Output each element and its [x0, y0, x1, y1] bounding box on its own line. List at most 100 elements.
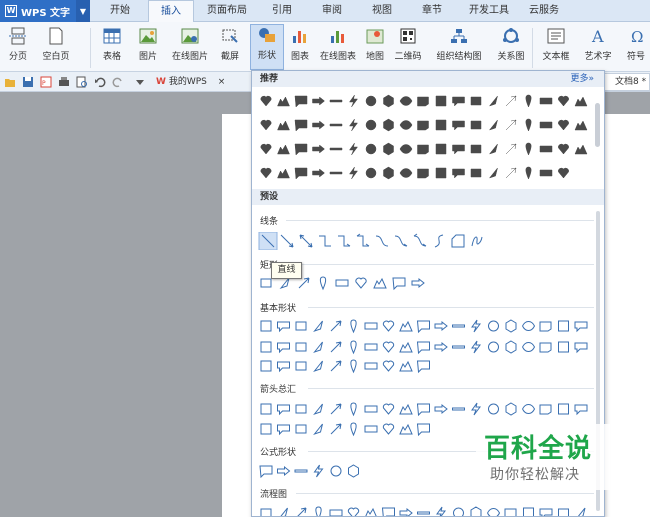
flowchart-shape-icon[interactable] [280, 507, 288, 517]
document-tab[interactable]: 文档8 * [602, 73, 650, 91]
recommended-shape-icon[interactable] [452, 96, 465, 107]
recommended-shape-icon[interactable] [488, 167, 498, 179]
arrow-shape-icon[interactable] [416, 423, 430, 437]
symbol-button[interactable]: Ω 符号 [622, 26, 650, 62]
recommended-shape-icon[interactable] [383, 94, 394, 108]
basic-shape-icon[interactable] [313, 341, 323, 354]
chart-button[interactable]: 图表 [286, 26, 314, 62]
undo-icon[interactable] [94, 76, 106, 88]
recommended-shape-icon[interactable] [383, 142, 394, 156]
basic-shape-icon[interactable] [295, 321, 307, 331]
recommended-shape-icon[interactable] [329, 147, 343, 151]
recommended-shape-icon[interactable] [539, 121, 553, 129]
chevron-down-icon[interactable]: ▼ [76, 0, 90, 22]
arrow-shape-icon[interactable] [539, 404, 552, 415]
save-icon[interactable] [22, 76, 34, 88]
flowchart-shape-icon[interactable] [329, 509, 343, 516]
tab-page-layout[interactable]: 页面布局 [200, 0, 254, 22]
recommended-shape-icon[interactable] [435, 143, 447, 155]
recommended-shape-icon[interactable] [452, 120, 465, 131]
recommended-shape-icon[interactable] [417, 120, 429, 131]
basic-shape-icon[interactable] [505, 319, 517, 333]
line-shape-icon[interactable] [280, 234, 294, 248]
tab-references[interactable]: 引用 [262, 0, 302, 22]
arrow-shape-icon[interactable] [313, 423, 323, 436]
recommended-shape-icon[interactable] [365, 143, 377, 155]
basic-shape-icon[interactable] [399, 320, 413, 332]
recommended-shape-icon[interactable] [365, 119, 377, 131]
basic-shape-icon[interactable] [364, 322, 378, 330]
recommended-shape-icon[interactable] [294, 119, 308, 132]
recommended-shape-icon[interactable] [525, 166, 532, 180]
arrow-shape-icon[interactable] [364, 405, 378, 413]
line-shape-icon[interactable] [394, 235, 408, 247]
recommended-shape-icon[interactable] [558, 143, 569, 155]
recommended-shape-icon[interactable] [558, 95, 569, 107]
recommended-shape-icon[interactable] [277, 144, 290, 155]
recommended-shape-icon[interactable] [329, 99, 343, 103]
rectangle-shape-icon[interactable] [392, 277, 406, 291]
basic-shape-icon[interactable] [350, 319, 357, 334]
arrow-shape-icon[interactable] [350, 402, 357, 417]
arrow-shape-icon[interactable] [330, 423, 342, 435]
print-preview-icon[interactable] [76, 76, 88, 88]
line-shape-icon[interactable] [375, 235, 389, 247]
arrow-shape-icon[interactable] [471, 402, 481, 416]
recommended-shape-icon[interactable] [349, 142, 358, 156]
line-shape-icon[interactable] [471, 236, 483, 247]
arrow-shape-icon[interactable] [452, 407, 465, 411]
recommended-shape-icon[interactable] [399, 168, 413, 178]
recommended-shape-icon[interactable] [488, 143, 498, 155]
straight-line-icon[interactable] [258, 231, 278, 251]
recommended-shape-icon[interactable] [505, 167, 517, 179]
basic-shape-icon[interactable] [471, 340, 481, 354]
recommended-shape-icon[interactable] [349, 118, 358, 132]
flowchart-shape-icon[interactable] [436, 506, 446, 517]
recommended-shape-icon[interactable] [470, 96, 482, 106]
recommended-shape-icon[interactable] [574, 144, 588, 155]
recommended-shape-icon[interactable] [294, 95, 308, 108]
arrow-shape-icon[interactable] [382, 403, 395, 415]
recommended-shape-icon[interactable] [525, 94, 532, 108]
basic-shape-icon[interactable] [399, 360, 413, 372]
qr-code-button[interactable]: 二维码 [390, 26, 426, 62]
screenshot-button[interactable]: 截屏 [214, 26, 246, 62]
recommended-shape-icon[interactable] [539, 97, 553, 105]
tab-cloud[interactable]: 云服务 [522, 0, 566, 22]
basic-shape-icon[interactable] [260, 320, 272, 332]
rectangle-shape-icon[interactable] [298, 277, 310, 289]
arrow-shape-icon[interactable] [558, 403, 569, 415]
arrow-shape-icon[interactable] [330, 403, 342, 415]
basic-shape-icon[interactable] [416, 320, 430, 334]
basic-shape-icon[interactable] [382, 341, 395, 353]
flowchart-shape-icon[interactable] [523, 507, 534, 517]
line-shape-icon[interactable] [434, 234, 444, 248]
flowchart-shape-icon[interactable] [365, 507, 377, 517]
recommended-shape-icon[interactable] [277, 96, 290, 107]
tab-chapter[interactable]: 章节 [412, 0, 452, 22]
rectangle-shape-icon[interactable] [411, 277, 425, 289]
relationship-button[interactable]: 关系图 [494, 26, 528, 62]
equation-shape-icon[interactable] [348, 464, 359, 478]
basic-shape-icon[interactable] [558, 341, 569, 353]
recommended-shape-icon[interactable] [383, 118, 394, 132]
open-folder-icon[interactable] [4, 76, 16, 88]
basic-shape-icon[interactable] [350, 359, 357, 374]
recommended-shape-icon[interactable] [349, 94, 358, 108]
basic-shape-icon[interactable] [295, 342, 307, 352]
rectangle-shape-icon[interactable] [279, 277, 290, 290]
shapes-button[interactable]: 形状 [250, 24, 284, 70]
blank-page-button[interactable]: 空白页 [34, 26, 78, 62]
arrow-shape-icon[interactable] [260, 423, 272, 435]
arrow-shape-icon[interactable] [522, 404, 536, 414]
basic-shape-icon[interactable] [277, 342, 290, 354]
recommended-shape-icon[interactable] [294, 143, 308, 156]
table-button[interactable]: 表格 [96, 26, 128, 62]
recommended-shape-icon[interactable] [294, 167, 308, 180]
flowchart-shape-icon[interactable] [539, 508, 553, 517]
recommended-shape-icon[interactable] [452, 144, 465, 155]
recommended-shape-icon[interactable] [383, 166, 394, 180]
recommended-shape-icon[interactable] [312, 120, 325, 130]
basic-shape-icon[interactable] [364, 362, 378, 370]
recommended-shape-icon[interactable] [417, 96, 429, 107]
